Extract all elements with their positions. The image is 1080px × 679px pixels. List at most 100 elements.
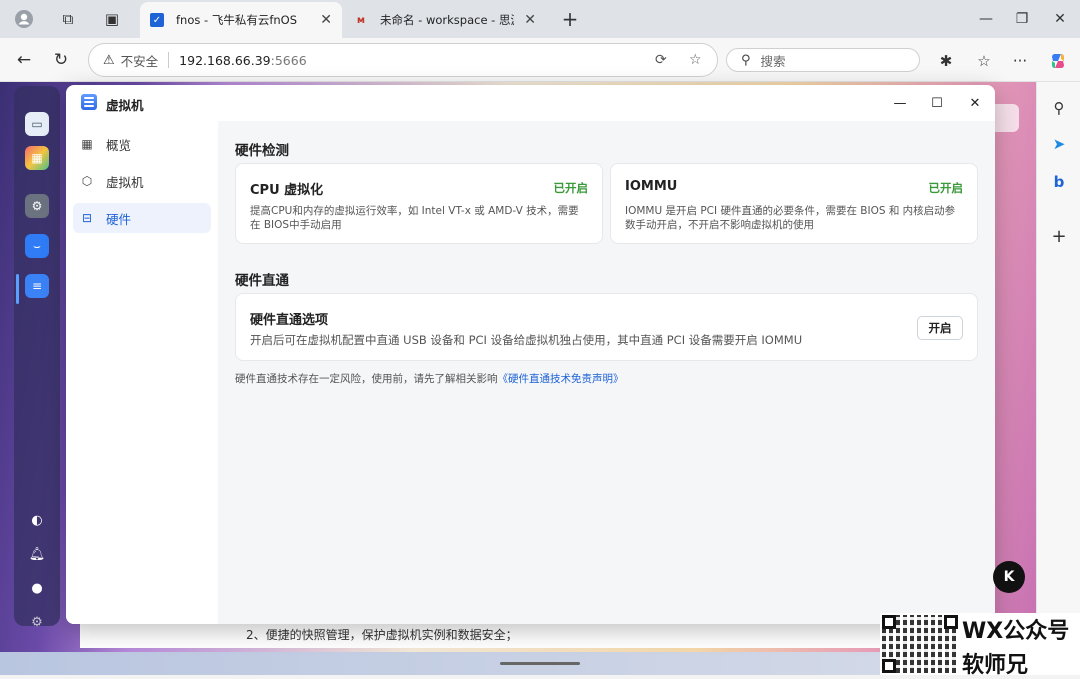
nav-label: 硬件 xyxy=(106,211,132,227)
fnos-favicon-icon: ✓ xyxy=(150,13,164,27)
workspaces-button[interactable]: ⧉ xyxy=(50,4,86,34)
grid-icon: ▦ xyxy=(81,137,93,151)
card-description: 提高CPU和内存的虚拟运行效率，如 Intel VT-x 或 AMD-V 技术，… xyxy=(250,205,579,231)
vm-window: 虚拟机 — ☐ ✕ ▦ 概览 ⬡ 虚拟机 ⊟ 硬件 硬件检测 CPU 虚拟化 已 xyxy=(66,85,995,624)
vm-app-icon xyxy=(81,94,97,110)
minimize-browser-button[interactable]: — xyxy=(966,0,1006,38)
favorites-button[interactable]: ☆ xyxy=(972,50,996,72)
plus-icon: + xyxy=(561,7,579,31)
tab-actions-icon: ▣ xyxy=(104,10,120,28)
dock-apps-icon[interactable]: ▦ xyxy=(25,146,49,170)
plus-icon: + xyxy=(1051,225,1067,247)
address-bar[interactable]: ⚠ 不安全 192.168.66.39 :5666 ⟳ ☆ xyxy=(88,43,718,77)
close-icon: ✕ xyxy=(1054,11,1066,27)
cube-icon: ⬡ xyxy=(81,174,93,188)
risk-note-text: 硬件直通技术存在一定风险，使用前，请先了解相关影响 xyxy=(235,373,498,385)
warning-icon[interactable]: ⚠ xyxy=(103,53,115,68)
browser-window: ⧉ ▣ ✓ fnos - 飞牛私有云fnOS ✕ ᴍ 未命名 - workspa… xyxy=(0,0,1080,678)
dock-settings-icon[interactable]: ⚙ xyxy=(25,194,49,218)
vm-sidebar: ▦ 概览 ⬡ 虚拟机 ⊟ 硬件 xyxy=(66,121,218,624)
dock-gear-icon[interactable]: ⚙ xyxy=(25,610,49,634)
window-title: 虚拟机 xyxy=(106,98,144,113)
tab-title: 未命名 - workspace - 思源笔 xyxy=(380,13,514,27)
profile-button[interactable] xyxy=(6,4,42,34)
workspaces-icon: ⧉ xyxy=(62,10,74,28)
tab-title: fnos - 飞牛私有云fnOS xyxy=(176,13,298,27)
sidebar-search-button[interactable]: ⚲ xyxy=(1047,96,1071,120)
sidebar-drop-button[interactable]: ➤ xyxy=(1047,132,1071,156)
tab-fnos[interactable]: ✓ fnos - 飞牛私有云fnOS ✕ xyxy=(140,2,342,38)
search-icon: ⚲ xyxy=(741,52,751,68)
copilot-icon xyxy=(1052,54,1064,68)
enable-passthrough-button[interactable]: 开启 xyxy=(917,316,963,340)
dock-active-indicator xyxy=(16,274,19,304)
dock: ▭ ▦ ⚙ ⌣ ≡ ◐ 🔔︎ ● ⚙ xyxy=(14,86,60,630)
background-window-edge xyxy=(995,104,1019,132)
extensions-button[interactable]: ✱ xyxy=(934,50,958,72)
disclaimer-link[interactable]: 《硬件直通技术免责声明》 xyxy=(498,373,624,385)
arrow-left-icon: ← xyxy=(16,50,32,70)
dock-bell-icon[interactable]: 🔔︎ xyxy=(25,542,49,566)
vm-close-button[interactable]: ✕ xyxy=(963,91,987,115)
dock-store-icon[interactable]: ⌣ xyxy=(25,234,49,258)
siyuan-favicon-icon: ᴍ xyxy=(356,14,366,26)
more-button[interactable]: ··· xyxy=(1008,50,1032,72)
vm-content: 硬件检测 CPU 虚拟化 已开启 提高CPU和内存的虚拟运行效率，如 Intel… xyxy=(218,121,995,624)
maximize-icon: ☐ xyxy=(931,95,943,111)
dock-user-icon[interactable]: ● xyxy=(25,576,49,600)
search-icon: ⚲ xyxy=(1053,99,1065,117)
copilot-button[interactable] xyxy=(1046,50,1070,72)
insecure-label[interactable]: 不安全 xyxy=(121,51,159,70)
dock-sync-icon[interactable]: ◐ xyxy=(25,508,49,532)
close-icon: ✕ xyxy=(969,95,981,111)
puzzle-icon: ✱ xyxy=(939,52,953,70)
vm-maximize-button[interactable]: ☐ xyxy=(925,91,949,115)
k-badge[interactable]: K xyxy=(993,561,1025,593)
watermark: WX公众号 软师兄 xyxy=(880,613,1080,678)
section-title-hardware-check: 硬件检测 xyxy=(235,143,289,159)
ellipsis-icon: ··· xyxy=(1012,52,1028,70)
passthrough-option-desc: 开启后可在虚拟机配置中直通 USB 设备和 PCI 设备给虚拟机独占使用，其中直… xyxy=(250,333,803,347)
dock-vm-icon[interactable]: ≡ xyxy=(25,274,49,298)
reload-button[interactable]: ↻ xyxy=(46,46,76,74)
qr-finder xyxy=(882,659,896,673)
passthrough-card: 硬件直通选项 开启后可在虚拟机配置中直通 USB 设备和 PCI 设备给虚拟机独… xyxy=(235,293,978,361)
close-browser-button[interactable]: ✕ xyxy=(1040,0,1080,38)
iommu-card: IOMMU 已开启 IOMMU 是开启 PCI 硬件直通的必要条件，需要在 BI… xyxy=(610,163,978,244)
minimize-icon: — xyxy=(893,95,907,111)
watermark-line2: 软师兄 xyxy=(962,653,1029,678)
search-input[interactable]: ⚲ 搜索 xyxy=(726,48,920,72)
passthrough-option-title: 硬件直通选项 xyxy=(250,313,329,328)
card-title: CPU 虚拟化 xyxy=(250,183,324,198)
paper-plane-icon: ➤ xyxy=(1052,135,1066,153)
bing-icon: b xyxy=(1053,173,1065,191)
home-indicator xyxy=(500,662,580,665)
close-tab-icon[interactable]: ✕ xyxy=(524,12,536,28)
divider xyxy=(168,52,170,68)
tab-actions-button[interactable]: ▣ xyxy=(94,4,130,34)
nav-overview[interactable]: ▦ 概览 xyxy=(73,129,211,159)
nav-hardware[interactable]: ⊟ 硬件 xyxy=(73,203,211,233)
background-window-text: 2、便捷的快照管理，保护虚拟机实例和数据安全； xyxy=(80,620,880,648)
back-button[interactable]: ← xyxy=(9,46,39,74)
dock-monitor-icon[interactable]: ▭ xyxy=(25,112,49,136)
nav-vms[interactable]: ⬡ 虚拟机 xyxy=(73,166,211,196)
vm-titlebar[interactable]: 虚拟机 — ☐ ✕ xyxy=(66,85,995,121)
browser-sidebar: ⚲ ➤ b + xyxy=(1036,82,1080,675)
close-tab-icon[interactable]: ✕ xyxy=(320,12,332,28)
vm-minimize-button[interactable]: — xyxy=(888,91,912,115)
card-description: IOMMU 是开启 PCI 硬件直通的必要条件，需要在 BIOS 和 内核启动参… xyxy=(625,205,956,231)
search-placeholder: 搜索 xyxy=(760,53,786,69)
favorite-star-icon[interactable]: ☆ xyxy=(689,52,702,68)
sidebar-bing-button[interactable]: b xyxy=(1047,170,1071,194)
sidebar-add-button[interactable]: + xyxy=(1047,224,1071,248)
new-tab-button[interactable]: + xyxy=(552,4,588,34)
profile-icon xyxy=(15,10,33,28)
watermark-line1: WX公众号 xyxy=(962,619,1070,644)
section-title-passthrough: 硬件直通 xyxy=(235,273,289,289)
card-title: IOMMU xyxy=(625,179,678,194)
site-permissions-icon[interactable]: ⟳ xyxy=(655,52,667,68)
tab-siyuan[interactable]: ᴍ 未命名 - workspace - 思源笔 ✕ xyxy=(344,2,546,38)
restore-browser-button[interactable]: ❐ xyxy=(1002,0,1042,38)
favorites-list-icon: ☆ xyxy=(977,52,991,70)
